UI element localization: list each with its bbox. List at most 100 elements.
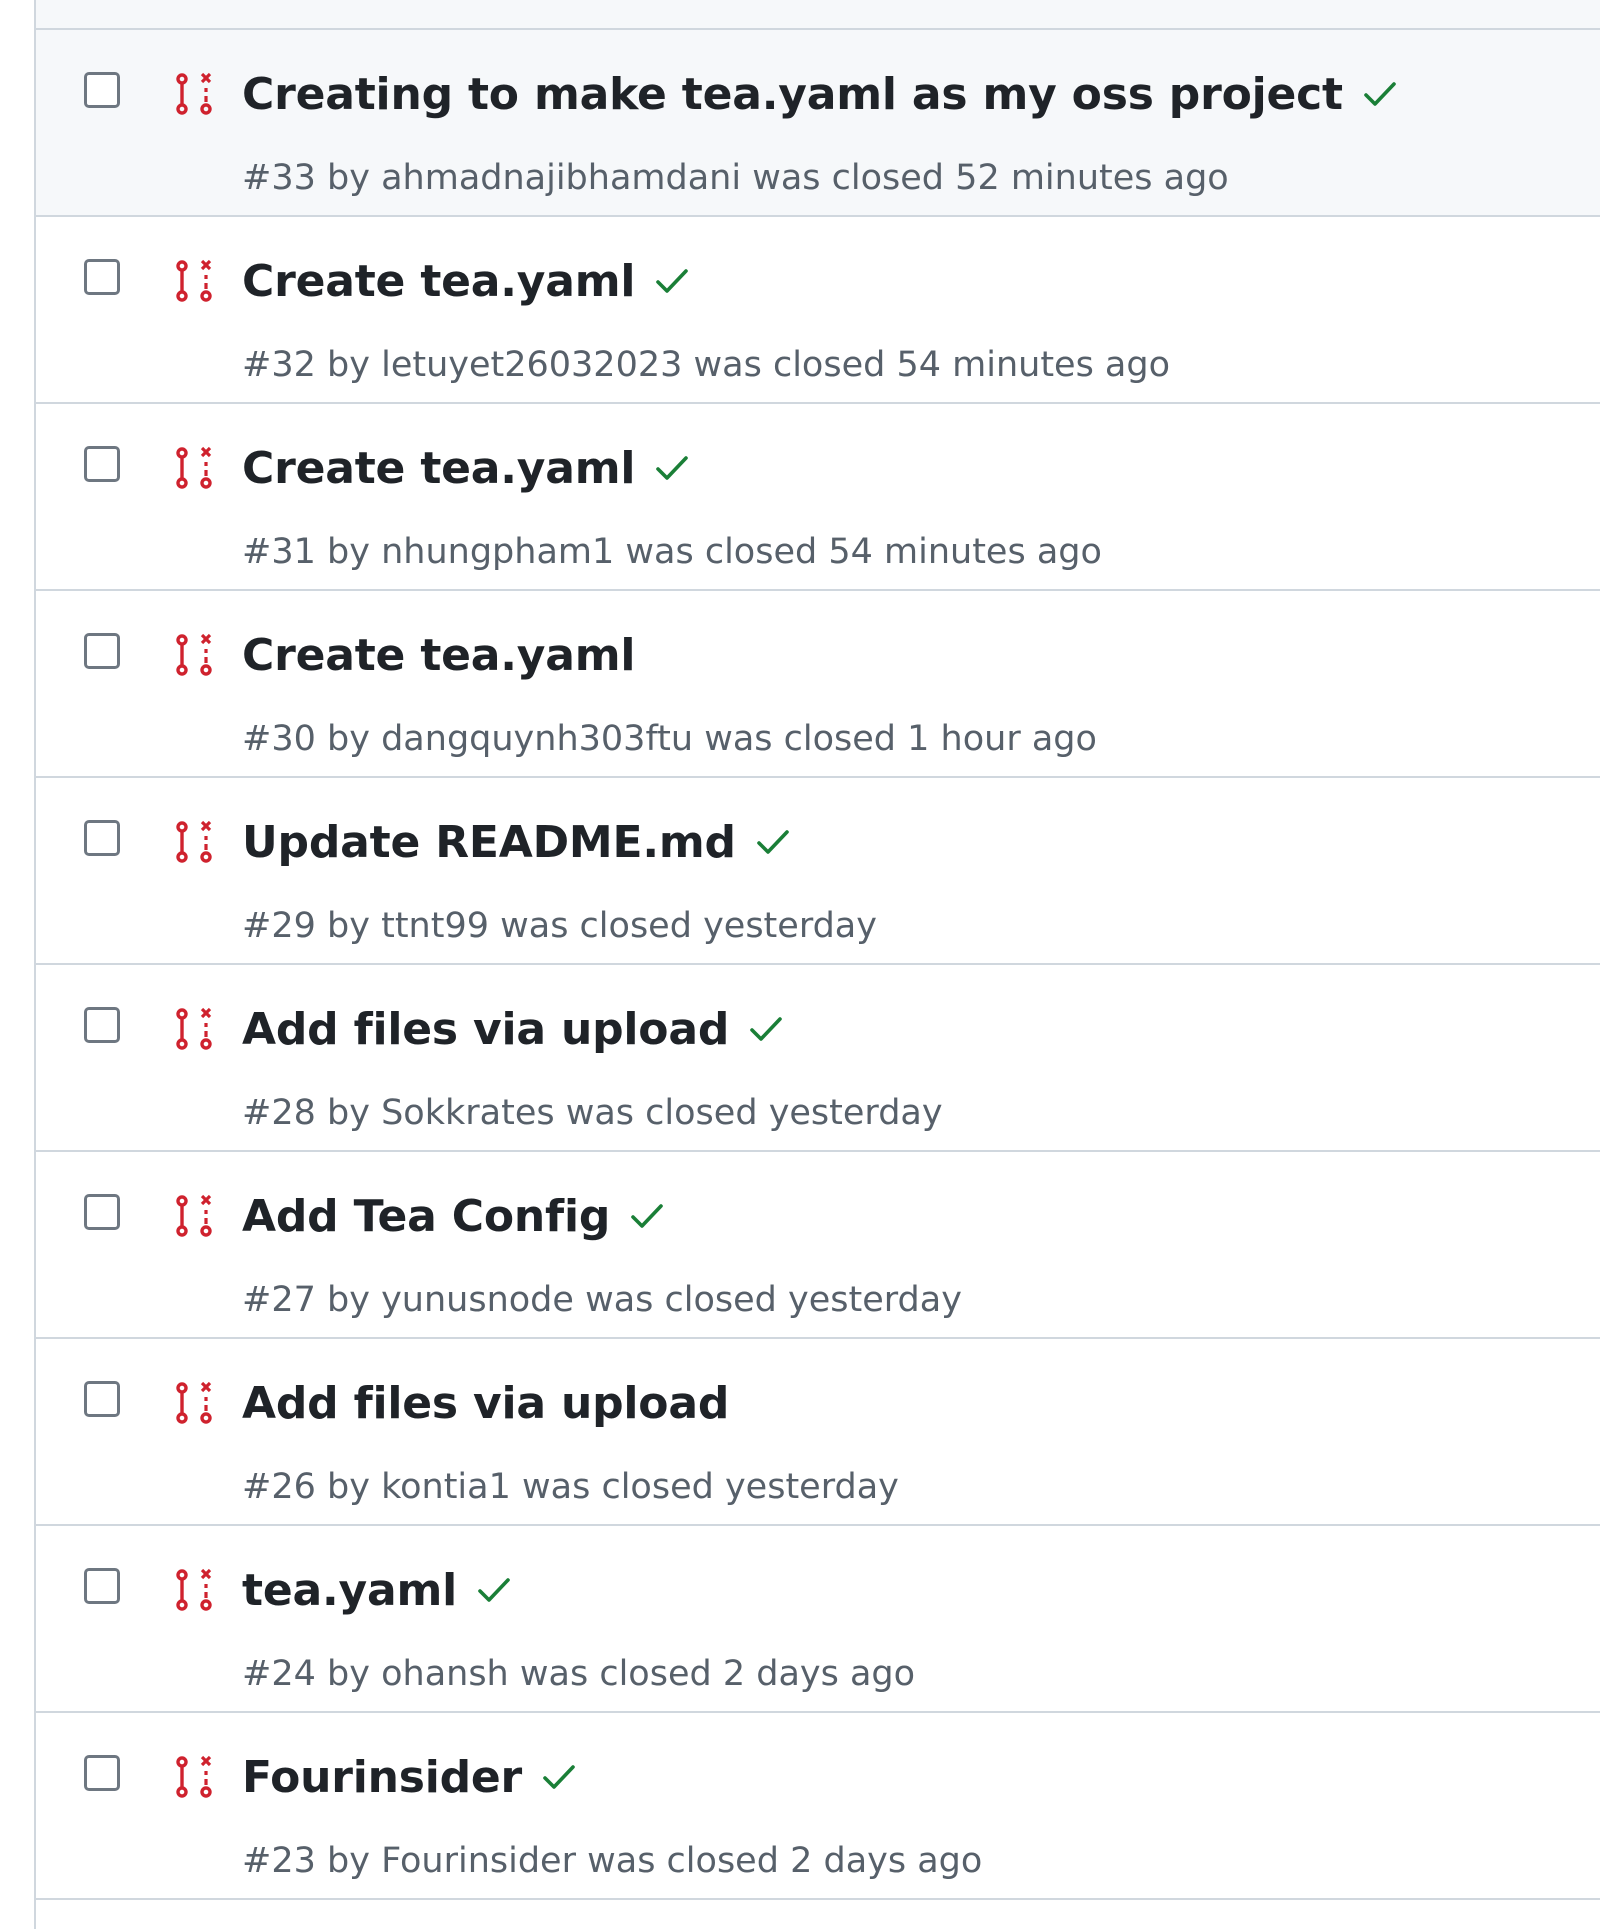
- pr-meta: #31 by nhungpham1 was closed 54 minutes …: [242, 532, 1102, 572]
- check-icon[interactable]: [752, 821, 794, 863]
- pr-closed-time: 54 minutes ago: [896, 345, 1171, 385]
- pull-request-list: Creating to make tea.yaml as my oss proj…: [34, 0, 1600, 1929]
- git-pull-request-closed-icon: [176, 446, 212, 489]
- pr-closed-label: was closed: [565, 1093, 758, 1133]
- pr-title-line: Update README.md: [242, 812, 794, 872]
- select-checkbox[interactable]: [84, 1568, 120, 1604]
- git-pull-request-closed-icon: [176, 72, 212, 115]
- pr-closed-time: yesterday: [768, 1093, 943, 1133]
- check-icon[interactable]: [651, 260, 693, 302]
- pull-request-row[interactable]: Add files via upload #26 by kontia1 was …: [36, 1339, 1600, 1526]
- pr-title-line: Add Tea Config: [242, 1186, 668, 1246]
- git-pull-request-closed-icon: [176, 820, 212, 863]
- pr-author-link[interactable]: kontia1: [381, 1467, 511, 1507]
- pr-author-link[interactable]: dangquynh303ftu: [381, 719, 693, 759]
- pr-number: #32: [242, 345, 316, 385]
- git-pull-request-closed-icon: [176, 259, 212, 302]
- pr-number: #26: [242, 1467, 316, 1507]
- list-header-edge: [36, 0, 1600, 30]
- pr-title-line: tea.yaml: [242, 1560, 515, 1620]
- pr-number: #30: [242, 719, 316, 759]
- check-icon[interactable]: [651, 447, 693, 489]
- pr-title-link[interactable]: Add files via upload: [242, 1004, 729, 1055]
- pr-title-line: Add files via upload: [242, 1373, 729, 1433]
- check-icon[interactable]: [473, 1569, 515, 1611]
- pr-closed-label: was closed: [704, 719, 897, 759]
- pr-by-label: by: [327, 906, 370, 946]
- pr-meta: #33 by ahmadnajibhamdani was closed 52 m…: [242, 158, 1229, 198]
- pull-request-row[interactable]: Update README.md #29 by ttnt99 was close…: [36, 778, 1600, 965]
- pr-author-link[interactable]: Sokkrates: [381, 1093, 555, 1133]
- pr-by-label: by: [327, 1280, 370, 1320]
- pr-number: #24: [242, 1654, 316, 1694]
- pr-title-line: Fourinsider: [242, 1747, 580, 1807]
- pr-closed-label: was closed: [519, 1654, 712, 1694]
- pr-author-link[interactable]: yunusnode: [381, 1280, 574, 1320]
- git-pull-request-closed-icon: [176, 633, 212, 676]
- select-checkbox[interactable]: [84, 72, 120, 108]
- pull-request-rows: Creating to make tea.yaml as my oss proj…: [36, 30, 1600, 1900]
- select-checkbox[interactable]: [84, 633, 120, 669]
- select-checkbox[interactable]: [84, 1194, 120, 1230]
- pr-meta: #28 by Sokkrates was closed yesterday: [242, 1093, 943, 1133]
- pr-closed-time: 54 minutes ago: [828, 532, 1102, 572]
- pr-title-link[interactable]: Create tea.yaml: [242, 630, 636, 681]
- select-checkbox[interactable]: [84, 1381, 120, 1417]
- pull-request-row[interactable]: Fourinsider #23 by Fourinsider was close…: [36, 1713, 1600, 1900]
- check-icon[interactable]: [1359, 73, 1401, 115]
- pull-request-row[interactable]: tea.yaml #24 by ohansh was closed 2 days…: [36, 1526, 1600, 1713]
- git-pull-request-closed-icon: [176, 1194, 212, 1237]
- pr-title-line: Add files via upload: [242, 999, 787, 1059]
- select-checkbox[interactable]: [84, 1007, 120, 1043]
- pr-closed-label: was closed: [522, 1467, 714, 1507]
- pr-number: #23: [242, 1841, 316, 1881]
- select-checkbox[interactable]: [84, 1755, 120, 1791]
- pr-title-line: Create tea.yaml: [242, 438, 693, 498]
- pr-closed-time: yesterday: [788, 1280, 962, 1320]
- pr-author-link[interactable]: Fourinsider: [381, 1841, 576, 1881]
- git-pull-request-closed-icon: [176, 1568, 212, 1611]
- git-pull-request-closed-icon: [176, 1381, 212, 1424]
- pr-title-link[interactable]: Add files via upload: [242, 1378, 729, 1429]
- check-icon[interactable]: [538, 1756, 580, 1798]
- check-icon[interactable]: [626, 1195, 668, 1237]
- pr-closed-time: 2 days ago: [722, 1654, 916, 1694]
- pr-author-link[interactable]: ahmadnajibhamdani: [381, 158, 741, 198]
- select-checkbox[interactable]: [84, 820, 120, 856]
- pr-by-label: by: [327, 1093, 370, 1133]
- pr-author-link[interactable]: ohansh: [381, 1654, 509, 1694]
- pr-number: #33: [242, 158, 316, 198]
- pr-closed-label: was closed: [587, 1841, 779, 1881]
- git-pull-request-closed-icon: [176, 1755, 212, 1798]
- pr-title-link[interactable]: Creating to make tea.yaml as my oss proj…: [242, 69, 1343, 120]
- pr-closed-time: 52 minutes ago: [955, 158, 1229, 198]
- pr-title-link[interactable]: Create tea.yaml: [242, 256, 636, 307]
- pull-request-row[interactable]: Add files via upload #28 by Sokkrates wa…: [36, 965, 1600, 1152]
- pr-author-link[interactable]: letuyet26032023: [381, 345, 682, 385]
- check-icon[interactable]: [745, 1008, 787, 1050]
- pr-by-label: by: [327, 1841, 370, 1881]
- pr-meta: #24 by ohansh was closed 2 days ago: [242, 1654, 915, 1694]
- pr-title-link[interactable]: Update README.md: [242, 817, 736, 868]
- pull-request-row[interactable]: Create tea.yaml #30 by dangquynh303ftu w…: [36, 591, 1600, 778]
- pr-number: #28: [242, 1093, 316, 1133]
- pr-title-link[interactable]: Add Tea Config: [242, 1191, 610, 1242]
- pr-number: #27: [242, 1280, 316, 1320]
- pr-by-label: by: [327, 158, 370, 198]
- pull-request-row[interactable]: Create tea.yaml #31 by nhungpham1 was cl…: [36, 404, 1600, 591]
- pull-request-row[interactable]: Creating to make tea.yaml as my oss proj…: [36, 30, 1600, 217]
- select-checkbox[interactable]: [84, 259, 120, 295]
- pr-number: #31: [242, 532, 316, 572]
- pr-title-link[interactable]: Fourinsider: [242, 1752, 522, 1803]
- pr-closed-time: yesterday: [703, 906, 877, 946]
- select-checkbox[interactable]: [84, 446, 120, 482]
- pr-meta: #23 by Fourinsider was closed 2 days ago: [242, 1841, 982, 1881]
- pr-author-link[interactable]: nhungpham1: [381, 532, 614, 572]
- pull-request-row[interactable]: Add Tea Config #27 by yunusnode was clos…: [36, 1152, 1600, 1339]
- pr-by-label: by: [327, 1654, 370, 1694]
- pr-title-line: Create tea.yaml: [242, 625, 636, 685]
- pull-request-row[interactable]: Create tea.yaml #32 by letuyet26032023 w…: [36, 217, 1600, 404]
- pr-author-link[interactable]: ttnt99: [381, 906, 489, 946]
- pr-title-link[interactable]: tea.yaml: [242, 1565, 457, 1616]
- pr-title-link[interactable]: Create tea.yaml: [242, 443, 636, 494]
